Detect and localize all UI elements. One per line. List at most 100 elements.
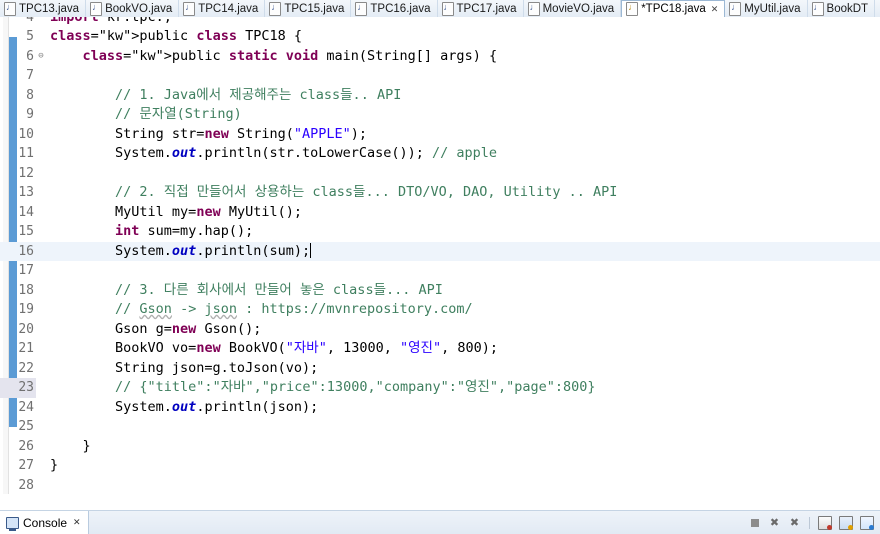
code-line-source: Gson g=new Gson(); — [50, 320, 262, 337]
editor-tab-tpc13java[interactable]: TPC13.java — [0, 0, 87, 17]
code-line[interactable]: 25 — [0, 417, 880, 437]
toolbar-separator — [809, 516, 810, 529]
code-line[interactable]: 20 Gson g=new Gson(); — [0, 320, 880, 340]
close-icon[interactable]: ✕ — [73, 517, 81, 528]
java-file-icon — [90, 1, 103, 16]
line-number: 15 — [18, 224, 34, 239]
editor-tab-tpc18java[interactable]: *TPC18.java ✕ — [621, 0, 726, 17]
pin-console-icon[interactable] — [860, 515, 874, 530]
console-toolbar: ✖ ✖ — [748, 515, 880, 530]
editor-tab-label: TPC13.java — [19, 2, 80, 15]
editor-tab-label: TPC16.java — [370, 2, 431, 15]
remove-all-terminated-icon[interactable]: ✖ — [788, 516, 801, 529]
editor-tab-tpc15java[interactable]: TPC15.java — [265, 0, 352, 17]
line-number: 11 — [18, 146, 34, 161]
editor-tab-tpc14java[interactable]: TPC14.java — [179, 0, 266, 17]
line-number: 22 — [18, 360, 34, 376]
code-line-source: // Gson -> json : https://mvnrepository.… — [115, 301, 473, 317]
code-line-source: // 2. 직접 만들어서 상용하는 class들... DTO/VO, DAO… — [115, 184, 618, 200]
editor-tab-label: BookVO.java — [105, 2, 173, 15]
code-line[interactable]: 26 } — [0, 437, 880, 457]
clear-console-icon[interactable] — [818, 515, 832, 530]
code-line-source: System.out.println(str.toLowerCase()); /… — [50, 145, 498, 161]
code-line[interactable]: 28 — [0, 476, 880, 495]
code-line-source: String str=new String("APPLE"); — [50, 125, 368, 142]
java-file-icon — [269, 1, 282, 16]
code-line[interactable]: 15 int sum=my.hap(); — [0, 222, 880, 242]
line-number: 16 — [18, 243, 34, 259]
editor-tab-label: *TPC18.java — [641, 3, 706, 15]
code-line-source: String json=g.toJson(vo); — [50, 359, 319, 376]
code-line[interactable]: 13 // 2. 직접 만들어서 상용하는 class들... DTO/VO, … — [0, 183, 880, 203]
console-view-tab-bar: Console ✕ ✖ ✖ — [0, 510, 880, 534]
code-line[interactable]: 27} — [0, 456, 880, 476]
line-number: 12 — [18, 165, 34, 181]
tab-console[interactable]: Console ✕ — [0, 511, 89, 534]
line-number: 21 — [18, 341, 34, 356]
java-file-icon — [626, 1, 639, 16]
close-icon[interactable]: ✕ — [711, 4, 719, 15]
code-line[interactable]: 21 BookVO vo=new BookVO("자바", 13000, "영진… — [0, 339, 880, 359]
terminate-icon[interactable] — [748, 516, 761, 529]
code-line[interactable]: 23 // {"title":"자바","price":13000,"compa… — [0, 378, 880, 398]
code-area[interactable]: 4 import kr.tpc.; 5 class="kw">public cla… — [0, 17, 880, 494]
editor-tab-tpc16java[interactable]: TPC16.java — [351, 0, 438, 17]
code-line-source: } — [50, 457, 59, 473]
code-line[interactable]: 16 System.out.println(sum); — [0, 241, 880, 261]
clipped-line-4: 4 import kr.tpc.; — [0, 17, 172, 28]
java-file-icon — [183, 1, 196, 16]
editor-tab-movievojava[interactable]: MovieVO.java — [524, 0, 622, 17]
editor-tab-tpc17java[interactable]: TPC17.java — [438, 0, 524, 17]
code-line-source: } — [50, 437, 91, 454]
code-line[interactable]: 12 — [0, 164, 880, 184]
line-number: 28 — [18, 477, 34, 493]
code-line-source: // 문자열(String) — [115, 106, 242, 122]
fold-marker[interactable]: ⊖ — [36, 47, 46, 67]
line-number: 7 — [26, 68, 34, 83]
line-number: 25 — [18, 419, 34, 434]
line-number: 4 — [26, 17, 34, 25]
editor-tab-label: BookDT — [826, 2, 869, 15]
line-number: 6 — [26, 48, 34, 64]
editor-tab-label: TPC15.java — [284, 2, 345, 15]
console-icon — [6, 516, 19, 531]
code-line[interactable]: 5 class="kw">public class TPC18 { — [0, 27, 880, 47]
line-number: 17 — [18, 263, 34, 278]
code-line[interactable]: 7 — [0, 66, 880, 86]
code-line[interactable]: 14 MyUtil my=new MyUtil(); — [0, 203, 880, 223]
text-caret — [310, 242, 312, 258]
code-line-source: // {"title":"자바","price":13000,"company"… — [115, 379, 596, 395]
scroll-lock-icon[interactable] — [839, 515, 853, 530]
code-editor[interactable]: 4 import kr.tpc.; 5 class="kw">public cla… — [0, 17, 880, 494]
java-file-icon — [355, 1, 368, 16]
line-number: 5 — [26, 29, 34, 44]
editor-tab-bar: TPC13.java BookVO.java TPC14.java TPC15.jav… — [0, 0, 880, 18]
editor-tab-label: TPC14.java — [198, 2, 259, 15]
code-line[interactable]: 19 // Gson -> json : https://mvnreposito… — [0, 300, 880, 320]
line-number: 23 — [0, 378, 36, 398]
code-line-source: class="kw">public static void main(Strin… — [82, 47, 498, 64]
code-line[interactable]: 8 // 1. Java에서 제공해주는 class들.. API — [0, 86, 880, 106]
editor-tab-bookvojava[interactable]: BookVO.java — [86, 0, 180, 17]
code-line[interactable]: 10 String str=new String("APPLE"); — [0, 125, 880, 145]
code-line[interactable]: 11 System.out.println(str.toLowerCase())… — [0, 144, 880, 164]
code-line[interactable]: 6 ⊖ class="kw">public static void main(St… — [0, 47, 880, 67]
remove-launch-icon[interactable]: ✖ — [768, 516, 781, 529]
code-line[interactable]: 24 System.out.println(json); — [0, 398, 880, 418]
java-file-icon — [527, 1, 540, 16]
line-number: 26 — [18, 438, 34, 454]
line-number: 8 — [26, 87, 34, 103]
code-line-source: System.out.println(json); — [50, 398, 319, 415]
eclipse-editor-window: TPC13.java BookVO.java TPC14.java TPC15.jav… — [0, 0, 880, 534]
line-number: 18 — [18, 282, 34, 298]
code-line[interactable]: 22 String json=g.toJson(vo); — [0, 359, 880, 379]
code-line-source: BookVO vo=new BookVO("자바", 13000, "영진", … — [50, 340, 499, 356]
console-tab-label: Console — [23, 515, 68, 530]
code-line[interactable]: 18 // 3. 다른 회사에서 만들어 놓은 class들... API — [0, 281, 880, 301]
editor-tab-bookdt[interactable]: BookDT — [808, 0, 876, 17]
code-line[interactable]: 17 — [0, 261, 880, 281]
line-number: 20 — [18, 321, 34, 337]
editor-tab-myutiljava[interactable]: MyUtil.java — [725, 0, 808, 17]
editor-tab-label: TPC17.java — [456, 2, 517, 15]
code-line[interactable]: 9 // 문자열(String) — [0, 105, 880, 125]
